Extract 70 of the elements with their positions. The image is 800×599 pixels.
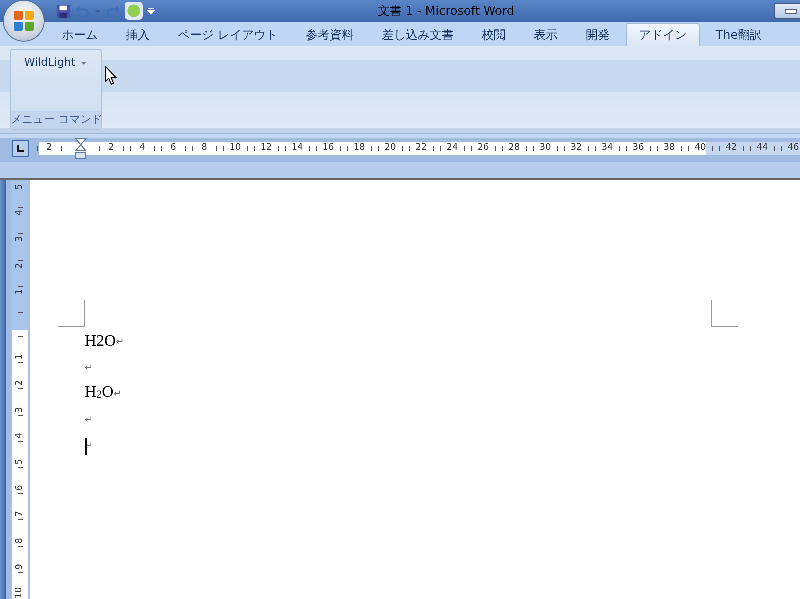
ribbon-tab[interactable]: 挿入 [114, 24, 162, 46]
ruler-number: 36 [632, 142, 644, 155]
mouse-pointer-icon [105, 66, 117, 85]
ruler-number: 26 [478, 142, 490, 155]
ruler-number: 5 [15, 184, 25, 190]
ruler-number: 9 [15, 564, 25, 570]
menu-button[interactable]: WildLight [20, 54, 92, 71]
ruler-number: 6 [15, 485, 25, 491]
ruler-number: 40 [694, 142, 706, 155]
ruler-number: 34 [602, 142, 614, 155]
minimize-button[interactable] [774, 3, 800, 19]
ruler-number: 10 [230, 142, 242, 155]
ruler-number: 38 [664, 142, 676, 155]
ruler-number: 32 [570, 142, 582, 155]
ruler-number: 30 [540, 142, 552, 155]
ruler-number: 8 [202, 142, 208, 155]
ruler-number: 28 [508, 142, 520, 155]
ruler-number: 3 [15, 406, 25, 412]
ruler-number: 10 [15, 587, 25, 599]
ruler-number: 2 [108, 142, 114, 155]
group-label: メニュー コマンド [11, 111, 101, 129]
ribbon-tab[interactable]: 差し込み文書 [370, 24, 466, 46]
ruler-number: 2 [15, 380, 25, 386]
ruler-number: 20 [384, 142, 396, 155]
tab-selector[interactable] [12, 140, 29, 157]
ruler-number: 1 [15, 288, 25, 295]
ruler-number: 2 [15, 262, 25, 268]
paragraph-mark: ↵ [85, 414, 94, 426]
ruler-number: 4 [15, 432, 25, 439]
margin-corner-mark [58, 300, 85, 327]
ribbon-tab[interactable]: 校閲 [470, 24, 518, 46]
ruler-number: 1 [15, 354, 25, 360]
ribbon-tab[interactable]: 参考資料 [294, 24, 366, 46]
ruler-number: 16 [322, 142, 334, 155]
office-button[interactable] [4, 1, 44, 41]
ruler-number: 6 [170, 142, 176, 155]
ribbon-tab[interactable]: アドイン [626, 23, 700, 46]
paragraph-mark: ↵ [114, 388, 122, 400]
ruler-number: 18 [354, 142, 366, 155]
office-logo-icon [12, 9, 36, 33]
window-title: 文書 1 - Microsoft Word [378, 3, 515, 20]
ruler-number: 3 [15, 236, 25, 242]
ribbon-tab[interactable]: ページ レイアウト [166, 24, 290, 46]
circle-icon[interactable] [125, 2, 143, 20]
ribbon-tab[interactable]: 表示 [522, 24, 570, 46]
ruler-number: 22 [416, 142, 428, 155]
tab-stop-icon [17, 145, 24, 152]
ruler-number: 44 [756, 142, 768, 155]
customize-caret-icon[interactable] [147, 7, 155, 15]
indent-marker-icon[interactable] [75, 138, 87, 160]
paragraph-text: H$_{2}$O [85, 383, 114, 403]
ruler-number: 46 [788, 142, 800, 155]
ruler-number: 5 [15, 459, 25, 465]
paragraph-mark: ↵ [116, 336, 124, 348]
ruler-number: 4 [15, 210, 25, 216]
ribbon-tab[interactable]: ホーム [50, 24, 110, 46]
ribbon-tab[interactable]: 開発 [574, 24, 622, 46]
ruler-number: 4 [140, 142, 146, 155]
paragraph-mark: ↵ [85, 362, 94, 374]
paragraph-text: H2O [85, 332, 116, 352]
margin-corner-mark [711, 300, 738, 327]
save-icon[interactable] [56, 4, 71, 18]
ruler-number: 24 [446, 142, 458, 155]
ruler-number: 42 [726, 142, 738, 155]
ruler-number: 14 [292, 142, 304, 155]
ribbon-tab[interactable]: The翻訳 [704, 24, 774, 46]
ruler-number: 2 [46, 142, 52, 155]
ruler-number: 8 [15, 538, 25, 544]
ruler-number: 12 [260, 142, 272, 155]
ruler-number: 7 [15, 511, 25, 518]
